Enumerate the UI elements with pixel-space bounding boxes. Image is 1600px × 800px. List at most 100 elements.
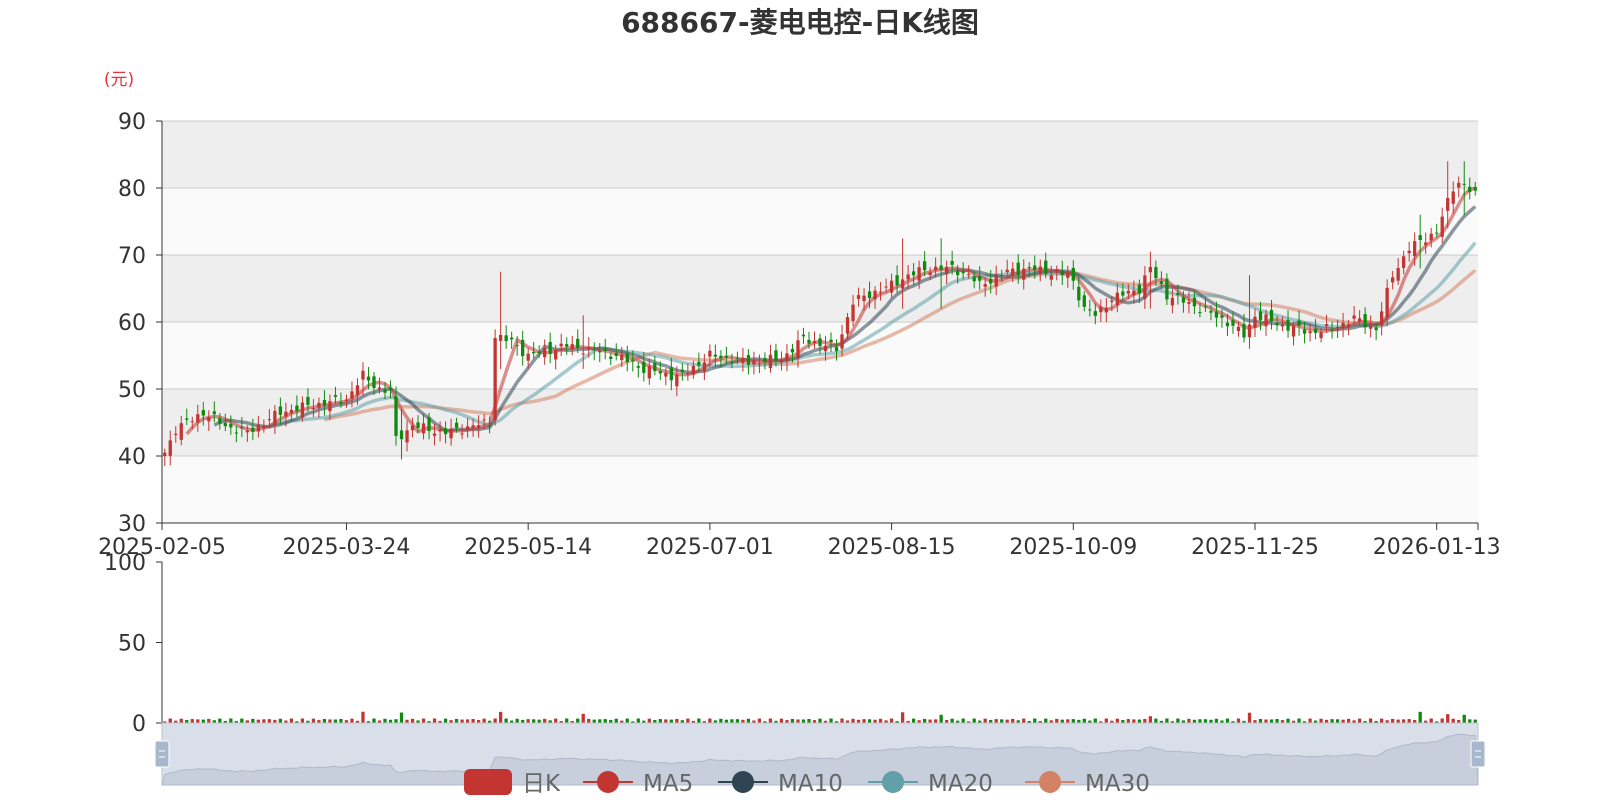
candle-body bbox=[1407, 250, 1411, 254]
volume-bar bbox=[322, 719, 327, 723]
volume-bar bbox=[862, 719, 866, 723]
candle-body bbox=[840, 334, 844, 349]
volume-bar bbox=[554, 718, 558, 723]
legend-dot-swatch[interactable] bbox=[882, 771, 904, 793]
volume-bar bbox=[410, 718, 415, 723]
candle-body bbox=[449, 428, 453, 439]
legend-dot-swatch[interactable] bbox=[597, 771, 619, 793]
volume-bar bbox=[460, 719, 464, 723]
volume-bar bbox=[196, 719, 200, 723]
candle-body bbox=[1126, 290, 1131, 294]
candle-body bbox=[471, 425, 475, 428]
volume-bar bbox=[1286, 718, 1290, 723]
candle-body bbox=[339, 401, 343, 404]
candle-body bbox=[1352, 315, 1356, 319]
volume-bar bbox=[229, 718, 233, 723]
volume-tick-label: 0 bbox=[132, 712, 146, 737]
candle-body bbox=[1363, 314, 1367, 328]
candle-body bbox=[862, 295, 866, 302]
candle-body bbox=[273, 410, 277, 426]
candle-body bbox=[1462, 183, 1466, 185]
volume-bar bbox=[983, 718, 987, 723]
candle-body bbox=[1044, 260, 1048, 275]
candle-body bbox=[289, 409, 294, 414]
candle-body bbox=[526, 353, 530, 361]
zoom-handle-right[interactable] bbox=[1470, 740, 1486, 768]
candle-body bbox=[730, 362, 734, 364]
volume-bar bbox=[1203, 719, 1208, 723]
candle-body bbox=[889, 280, 894, 293]
candle-body bbox=[1082, 295, 1086, 307]
candle-body bbox=[928, 272, 932, 276]
candle-body bbox=[234, 432, 238, 434]
volume-bar bbox=[493, 718, 497, 723]
volume-bar bbox=[1225, 718, 1230, 723]
legend-dot-swatch[interactable] bbox=[732, 771, 754, 793]
candle-body bbox=[1319, 332, 1323, 339]
price-axis: 30 40 50 60 70 80 90 bbox=[118, 110, 163, 537]
candle-body bbox=[1033, 265, 1037, 271]
candle-body bbox=[377, 387, 382, 390]
candle-body bbox=[609, 356, 613, 360]
candle-body bbox=[763, 357, 767, 363]
volume-bar bbox=[1335, 719, 1340, 723]
volume-bar bbox=[719, 718, 723, 723]
candle-body bbox=[432, 433, 437, 436]
candle-body bbox=[333, 395, 338, 397]
volume-bar bbox=[1104, 718, 1108, 723]
candle-body bbox=[438, 429, 442, 432]
candle-body bbox=[1005, 269, 1009, 273]
candle-body bbox=[504, 335, 508, 342]
candle-body bbox=[1429, 233, 1433, 241]
volume-bar bbox=[1198, 719, 1202, 723]
price-tick-label: 30 bbox=[118, 512, 146, 537]
volume-bar bbox=[1247, 712, 1252, 723]
candle-body bbox=[1181, 297, 1186, 303]
candle-body bbox=[576, 338, 580, 349]
candle-body bbox=[212, 411, 216, 415]
volume-bar bbox=[1357, 718, 1362, 723]
volume-bar bbox=[1440, 718, 1444, 723]
price-tick-label: 90 bbox=[118, 110, 146, 135]
candle-body bbox=[972, 276, 976, 282]
candle-body bbox=[300, 402, 305, 418]
candle-body bbox=[664, 372, 668, 377]
legend-label[interactable]: MA5 bbox=[643, 771, 693, 797]
candle-body bbox=[383, 389, 387, 393]
candle-body bbox=[454, 422, 459, 428]
legend-label[interactable]: MA10 bbox=[778, 771, 843, 797]
legend-dot-swatch[interactable] bbox=[1039, 771, 1061, 793]
candle-body bbox=[1236, 326, 1241, 332]
date-tick-label: 2025-03-24 bbox=[283, 535, 411, 560]
candle-body bbox=[355, 385, 360, 396]
legend-kline-swatch[interactable] bbox=[464, 769, 512, 795]
volume-bar bbox=[675, 718, 679, 723]
candle-body bbox=[1468, 186, 1472, 192]
candle-body bbox=[240, 427, 244, 429]
candle-body bbox=[1159, 281, 1164, 285]
volume-bar bbox=[1000, 719, 1004, 723]
candle-body bbox=[829, 339, 833, 343]
legend-label[interactable]: 日K bbox=[522, 771, 561, 797]
volume-bar bbox=[636, 718, 640, 723]
candle-body bbox=[719, 355, 723, 359]
volume-bar bbox=[537, 719, 541, 723]
candle-body bbox=[680, 369, 684, 372]
candle-body bbox=[581, 353, 585, 355]
candle-body bbox=[218, 418, 222, 424]
volume-bar bbox=[361, 711, 365, 723]
candle-body bbox=[532, 351, 536, 354]
volume-bar bbox=[465, 719, 470, 723]
legend-label[interactable]: MA30 bbox=[1085, 771, 1150, 797]
legend-label[interactable]: MA20 bbox=[928, 771, 993, 797]
candle-body bbox=[796, 340, 800, 359]
volume-bar bbox=[289, 718, 294, 723]
zoom-handle-left[interactable] bbox=[154, 740, 170, 768]
candle-body bbox=[1324, 324, 1329, 327]
price-tick-label: 60 bbox=[118, 311, 146, 336]
candle-body bbox=[642, 361, 646, 373]
candle-body bbox=[311, 408, 316, 410]
volume-bar bbox=[1468, 719, 1472, 723]
candle-body bbox=[460, 433, 464, 435]
volume-bar bbox=[972, 718, 976, 723]
